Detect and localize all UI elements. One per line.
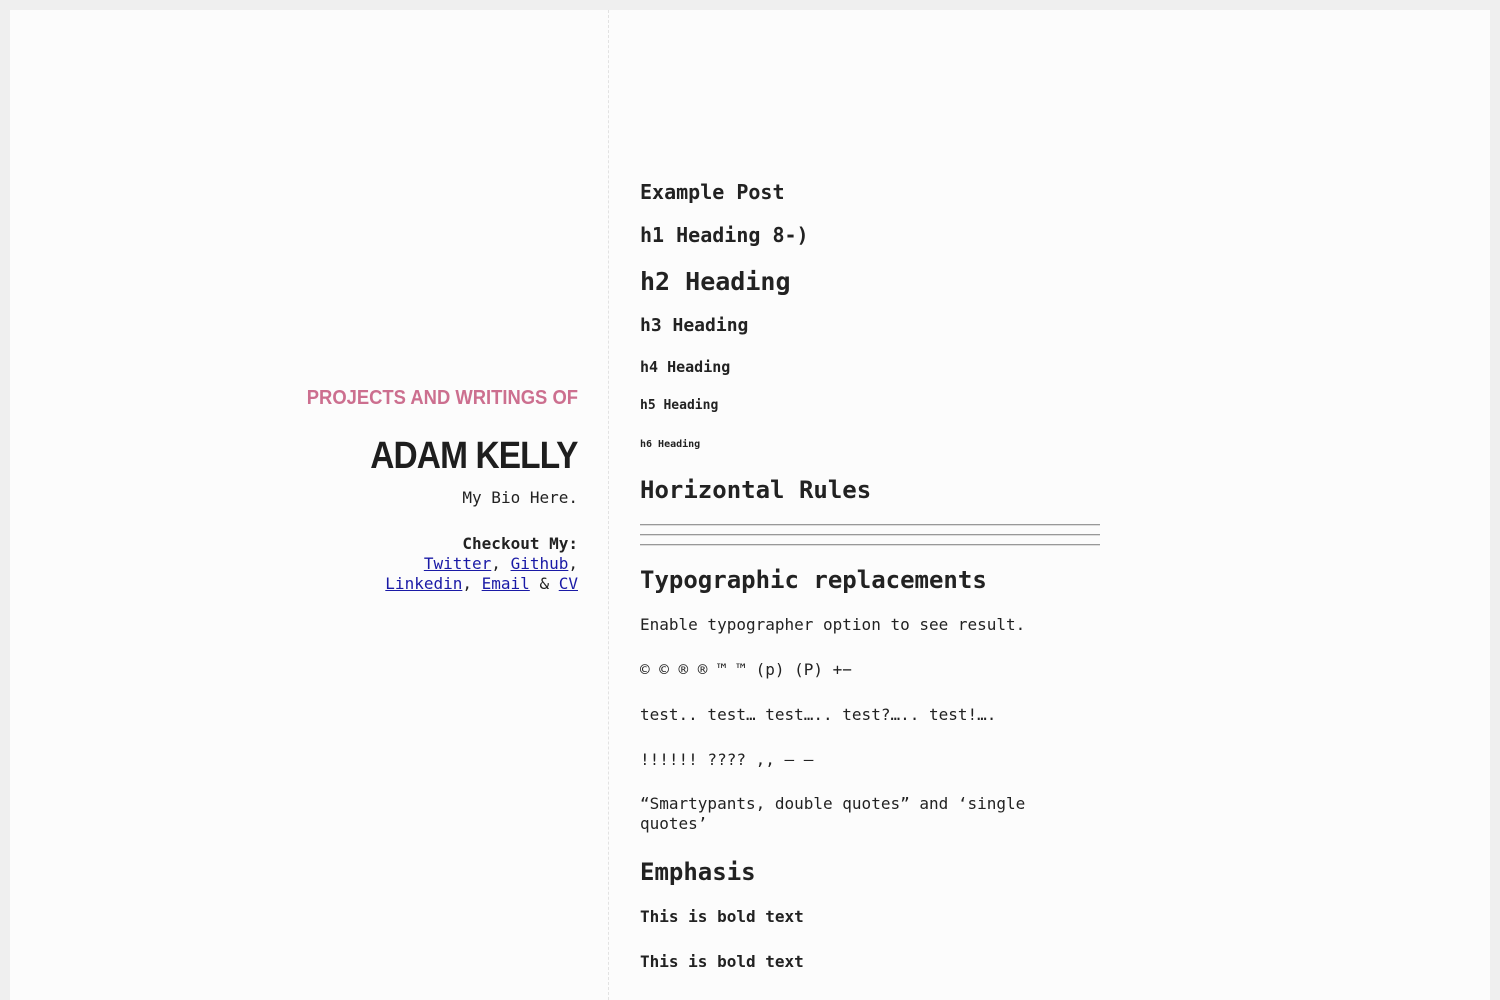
horizontal-rules-heading: Horizontal Rules [640, 476, 872, 504]
linkedin-link[interactable]: Linkedin [385, 574, 462, 593]
emphasis-heading: Emphasis [640, 858, 756, 886]
paragraph: test.. test… test….. test?….. test!…. [640, 705, 997, 724]
horizontal-rule [640, 534, 1100, 536]
horizontal-rule [640, 544, 1100, 546]
page-frame: PROJECTS AND WRITINGS OF ADAM KELLY My B… [10, 10, 1490, 1000]
h4-heading: h4 Heading [640, 358, 731, 376]
checkout-label: Checkout My: [462, 534, 578, 553]
separator: , [491, 554, 501, 573]
column-divider [608, 10, 609, 1000]
h2-heading: h2 Heading [640, 267, 791, 296]
h5-heading: h5 Heading [640, 398, 719, 413]
horizontal-rule [640, 524, 1100, 526]
social-links: Checkout My: Twitter, Github, Linkedin, … [378, 534, 578, 594]
post-title: Example Post [640, 180, 785, 204]
bio-text: My Bio Here. [462, 488, 578, 507]
separator: & [539, 574, 550, 593]
paragraph: © © ® ® ™ ™ (p) (P) +− [640, 660, 852, 679]
separator: , [568, 554, 578, 573]
email-link[interactable]: Email [482, 574, 530, 593]
site-owner-name: ADAM KELLY [370, 435, 579, 477]
h6-heading: h6 Heading [640, 439, 701, 450]
paragraph: Enable typographer option to see result. [640, 615, 1026, 634]
site-tagline: PROJECTS AND WRITINGS OF [306, 387, 578, 409]
github-link[interactable]: Github [511, 554, 569, 573]
typographic-heading: Typographic replacements [640, 566, 987, 594]
separator: , [462, 574, 472, 593]
h3-heading: h3 Heading [640, 315, 749, 336]
paragraph: “Smartypants, double quotes” and ‘single… [640, 794, 1026, 833]
paragraph: !!!!!! ???? ,, – — [640, 750, 814, 769]
bold-text: This is bold text [640, 907, 804, 926]
h1-heading: h1 Heading 8-) [640, 223, 809, 247]
cv-link[interactable]: CV [559, 574, 578, 593]
bold-text: This is bold text [640, 952, 804, 971]
twitter-link[interactable]: Twitter [424, 554, 491, 573]
